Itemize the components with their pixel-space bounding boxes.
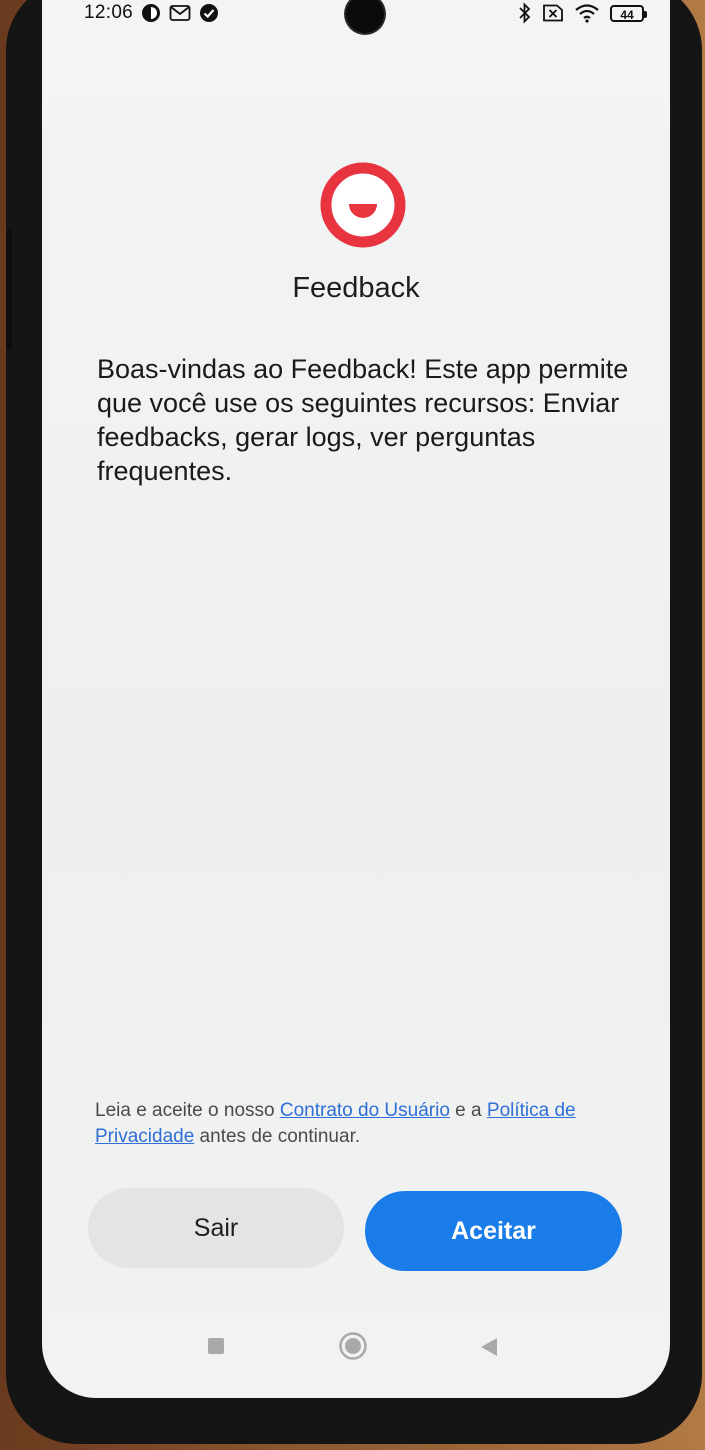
legal-suffix: antes de continuar. [194, 1126, 361, 1147]
home-circle-icon[interactable] [338, 1331, 368, 1361]
navigation-bar [42, 1306, 670, 1398]
status-right: 44 [518, 2, 647, 24]
sim-off-icon [542, 4, 564, 22]
status-time: 12:06 [84, 2, 134, 23]
phone-frame: 12:06 44 Feedback Boas-vindas ao Feedbac… [6, 0, 702, 1444]
legal-middle: e a [449, 1100, 487, 1121]
exit-button[interactable]: Sair [88, 1188, 344, 1268]
legal-notice: Leia e aceite o nosso Contrato do Usuári… [95, 1098, 655, 1150]
feedback-smile-icon [320, 162, 406, 248]
bluetooth-icon [518, 2, 532, 24]
screen: 12:06 44 Feedback Boas-vindas ao Feedbac… [42, 0, 670, 1398]
front-camera [346, 0, 384, 33]
check-circle-icon [199, 3, 219, 23]
status-left: 12:06 [84, 2, 219, 24]
welcome-text: Boas-vindas ao Feedback! Este app permit… [97, 354, 629, 486]
status-bar: 12:06 44 [42, 0, 670, 50]
phone-side-button [6, 230, 12, 350]
battery-icon: 44 [610, 4, 647, 22]
recents-square-icon[interactable] [206, 1336, 226, 1356]
wifi-icon [574, 3, 600, 23]
user-agreement-link[interactable]: Contrato do Usuário [280, 1100, 450, 1121]
gmail-icon [169, 4, 191, 22]
accept-button[interactable]: Aceitar [365, 1191, 622, 1271]
back-triangle-icon[interactable] [478, 1336, 500, 1358]
notification-app-icon [141, 3, 161, 23]
app-title: Feedback [292, 272, 420, 304]
legal-prefix: Leia e aceite o nosso [95, 1100, 280, 1121]
